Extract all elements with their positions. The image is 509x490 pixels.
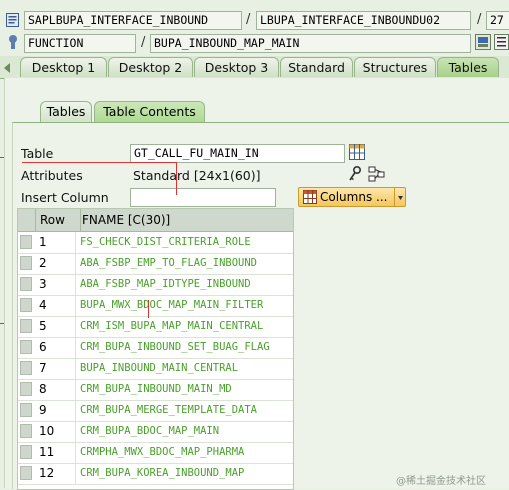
table-label: Table: [21, 146, 54, 161]
annotation-line: [148, 300, 149, 318]
hierarchy-icon[interactable]: [368, 166, 386, 182]
line-field[interactable]: 27: [486, 11, 509, 30]
column-header-fname[interactable]: FNAME [C(30)]: [78, 209, 170, 231]
row-selector[interactable]: [20, 277, 32, 291]
attributes-value: Standard [24x1(60)]: [133, 168, 261, 183]
function-icon: [6, 34, 20, 50]
fname-cell[interactable]: ABA_FSBP_EMP_TO_FLAG_INBOUND: [78, 253, 257, 274]
columns-button[interactable]: Columns ...: [298, 187, 406, 207]
annotation-line: [22, 162, 177, 163]
table-row[interactable]: 6 CRM_BUPA_INBOUND_SET_BUAG_FLAG: [18, 337, 293, 359]
row-selector[interactable]: [20, 361, 32, 375]
table-row[interactable]: 2 ABA_FSBP_EMP_TO_FLAG_INBOUND: [18, 253, 293, 275]
row-selector[interactable]: [20, 382, 32, 396]
columns-table-icon: [303, 190, 317, 209]
table-row[interactable]: 8 CRM_BUPA_INBOUND_MAIN_MD: [18, 379, 293, 401]
attributes-label: Attributes: [21, 168, 83, 183]
row-selector[interactable]: [20, 235, 32, 249]
subtab-tables[interactable]: Tables: [40, 101, 92, 122]
tab-structures[interactable]: Structures: [354, 57, 436, 77]
table-row[interactable]: 12 CRM_BUPA_KOREA_INBOUND_MAP: [18, 463, 293, 485]
row-selector[interactable]: [20, 466, 32, 480]
row-number: 12: [36, 463, 76, 484]
row-selector[interactable]: [20, 298, 32, 312]
separator: /: [246, 12, 251, 27]
table-row[interactable]: 7 BUPA_INBOUND_MAIN_CENTRAL: [18, 358, 293, 380]
table-row[interactable]: 9 CRM_BUPA_MERGE_TEMPLATE_DATA: [18, 400, 293, 422]
fname-cell[interactable]: ABA_FSBP_MAP_IDTYPE_INBOUND: [78, 274, 251, 295]
object-name-field[interactable]: BUPA_INBOUND_MAP_MAIN: [150, 34, 471, 53]
row-number: 5: [36, 316, 76, 337]
object-type-field[interactable]: FUNCTION: [24, 34, 136, 53]
table-row[interactable]: 10 CRM_BUPA_BDOC_MAP_MAIN: [18, 421, 293, 443]
tab-desktop-3[interactable]: Desktop 3: [194, 57, 279, 77]
column-header-row[interactable]: Row: [36, 209, 81, 231]
columns-button-label: Columns ...: [320, 190, 388, 204]
tab-scroll-left-icon[interactable]: [2, 61, 12, 75]
row-number: 10: [36, 421, 76, 442]
row-number: 3: [36, 274, 76, 295]
fname-cell[interactable]: CRM_BUPA_KOREA_INBOUND_MAP: [78, 463, 244, 484]
annotation-line: [0, 323, 4, 324]
display-object-icon[interactable]: [475, 34, 491, 50]
row-number: 7: [36, 358, 76, 379]
table-contents-grid[interactable]: Row FNAME [C(30)] 1 FS_CHECK_DIST_CRITERI…: [17, 208, 294, 490]
table-row[interactable]: 5 CRM_ISM_BUPA_MAP_MAIN_CENTRAL: [18, 316, 293, 338]
program-icon: [6, 13, 19, 27]
row-selector[interactable]: [20, 340, 32, 354]
watermark: @稀土掘金技术社区: [396, 476, 486, 487]
table-name-input[interactable]: GT_CALL_FU_MAIN_IN: [130, 144, 345, 163]
fname-cell[interactable]: BUPA_MWX_BDOC_MAP_MAIN_FILTER: [78, 295, 263, 316]
tab-desktop-1[interactable]: Desktop 1: [20, 57, 107, 77]
fname-cell[interactable]: CRM_BUPA_INBOUND_SET_BUAG_FLAG: [78, 337, 270, 358]
row-number: 9: [36, 400, 76, 421]
row-number: 11: [36, 442, 76, 463]
fname-cell[interactable]: CRM_BUPA_INBOUND_MAIN_MD: [78, 379, 232, 400]
table-row[interactable]: 4 BUPA_MWX_BDOC_MAP_MAIN_FILTER: [18, 295, 293, 317]
row-number: 1: [36, 232, 76, 253]
tab-desktop-2[interactable]: Desktop 2: [108, 57, 193, 77]
row-selector[interactable]: [20, 256, 32, 270]
insert-column-input[interactable]: [130, 188, 276, 207]
table-row[interactable]: 11 CRMPHA_MWX_BDOC_MAP_PHARMA: [18, 442, 293, 464]
table-row[interactable]: 1 FS_CHECK_DIST_CRITERIA_ROLE: [18, 232, 293, 254]
separator: /: [141, 35, 146, 50]
row-selector[interactable]: [20, 319, 32, 333]
row-number: 6: [36, 337, 76, 358]
row-selector[interactable]: [20, 403, 32, 417]
insert-column-label: Insert Column: [21, 190, 109, 205]
subtab-table-contents[interactable]: Table Contents: [94, 101, 205, 122]
grid-select-all[interactable]: [18, 209, 36, 231]
annotation-line: [0, 157, 4, 158]
fname-cell[interactable]: BUPA_INBOUND_MAIN_CENTRAL: [78, 358, 238, 379]
grid-header: Row FNAME [C(30)]: [18, 209, 293, 232]
tab-tables[interactable]: Tables: [437, 57, 499, 77]
table-view-icon[interactable]: [349, 144, 365, 160]
fname-cell[interactable]: FS_CHECK_DIST_CRITERIA_ROLE: [78, 232, 251, 253]
program-field[interactable]: SAPLBUPA_INTERFACE_INBOUND: [24, 11, 242, 30]
separator: /: [477, 12, 482, 27]
tab-standard[interactable]: Standard: [280, 57, 353, 77]
row-selector[interactable]: [20, 445, 32, 459]
row-number: 8: [36, 379, 76, 400]
include-field[interactable]: LBUPA_INTERFACE_INBOUNDU02: [256, 11, 471, 30]
annotation-line: [176, 162, 177, 195]
chevron-down-icon: [394, 188, 406, 206]
row-number: 4: [36, 295, 76, 316]
fname-cell[interactable]: CRMPHA_MWX_BDOC_MAP_PHARMA: [78, 442, 244, 463]
row-number: 2: [36, 253, 76, 274]
fname-cell[interactable]: CRM_BUPA_BDOC_MAP_MAIN: [78, 421, 219, 442]
fname-cell[interactable]: CRM_ISM_BUPA_MAP_MAIN_CENTRAL: [78, 316, 263, 337]
table-row[interactable]: 3 ABA_FSBP_MAP_IDTYPE_INBOUND: [18, 274, 293, 296]
key-icon[interactable]: [348, 165, 362, 182]
row-selector[interactable]: [20, 424, 32, 438]
object-list-icon[interactable]: [494, 34, 509, 50]
fname-cell[interactable]: CRM_BUPA_MERGE_TEMPLATE_DATA: [78, 400, 257, 421]
